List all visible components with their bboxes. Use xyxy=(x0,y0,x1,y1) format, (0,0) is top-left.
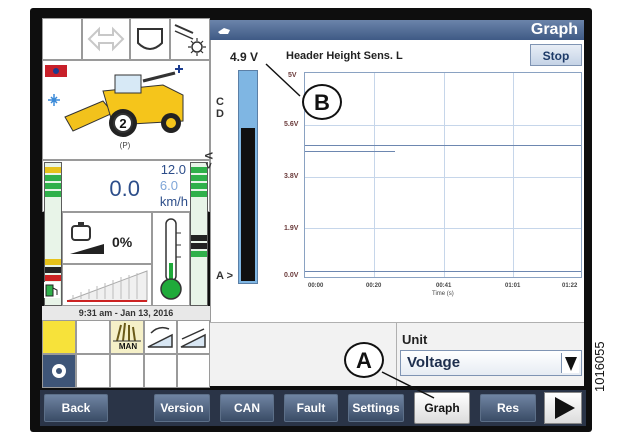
figure-id: 1016055 xyxy=(592,341,607,392)
callout-a-label: A xyxy=(356,348,372,373)
callout-b-label: B xyxy=(314,90,330,115)
callout-b: B xyxy=(302,84,342,120)
callout-a: A xyxy=(344,342,384,378)
callout-leader-lines xyxy=(265,63,435,399)
